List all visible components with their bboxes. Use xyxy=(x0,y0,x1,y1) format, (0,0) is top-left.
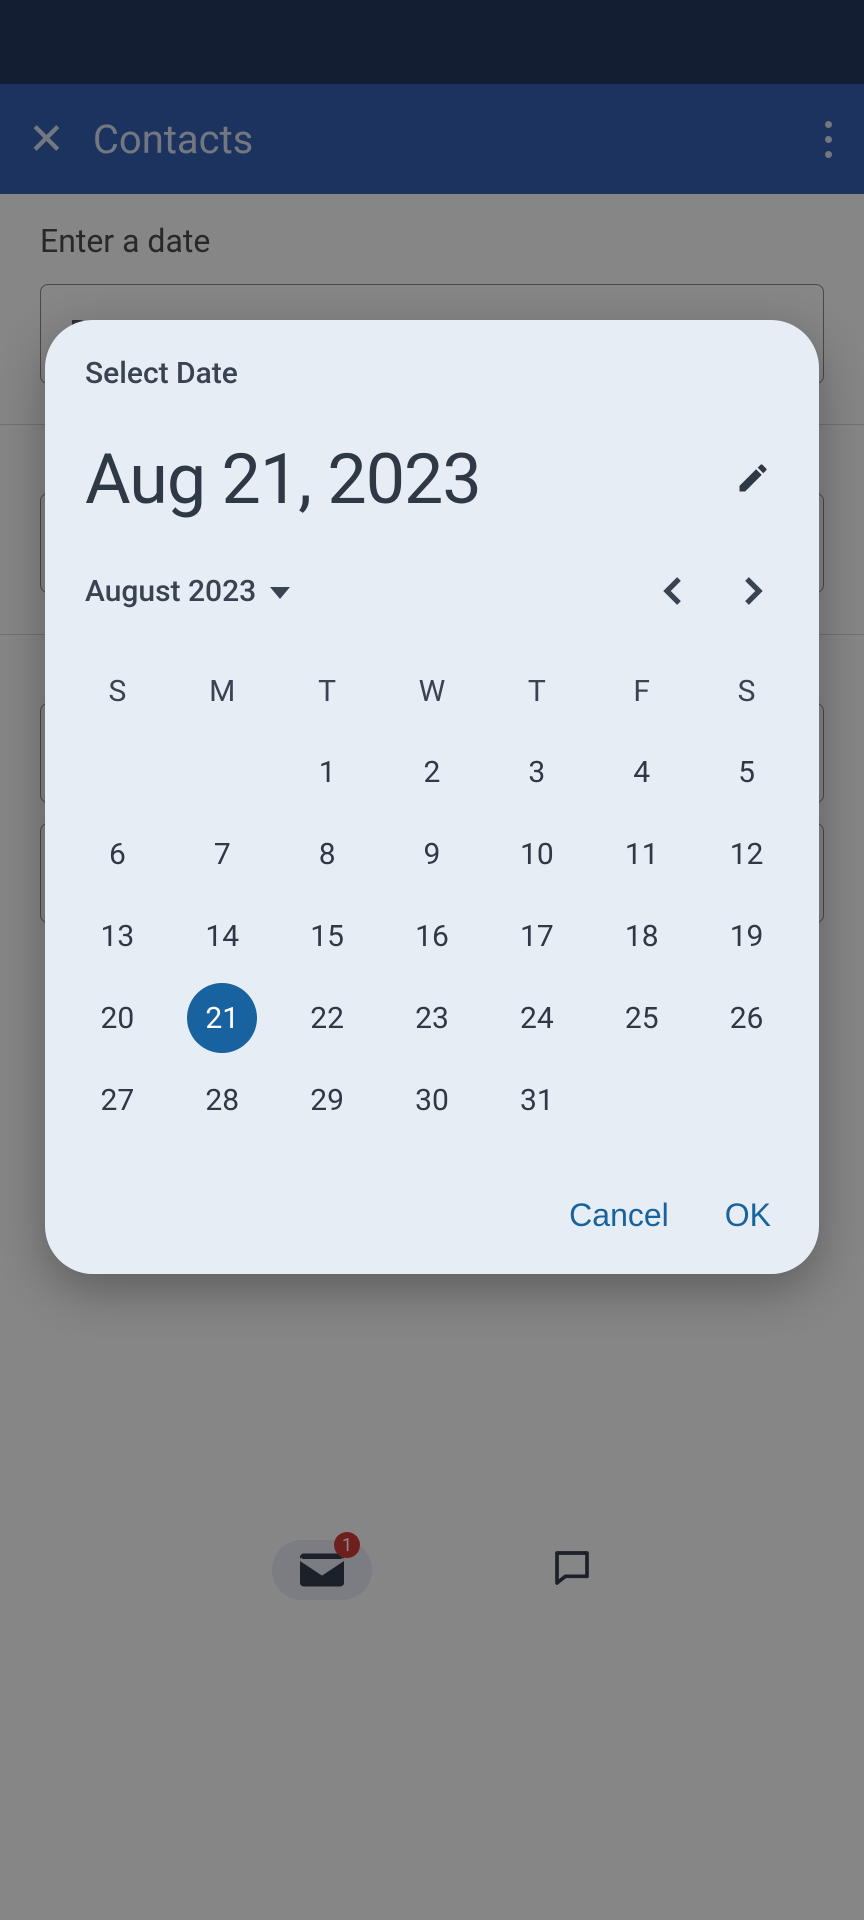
calendar-day[interactable]: 10 xyxy=(484,813,589,895)
calendar-day[interactable]: 7 xyxy=(170,813,275,895)
weekday-label: F xyxy=(589,651,694,731)
calendar-day[interactable]: 22 xyxy=(275,977,380,1059)
calendar-day[interactable]: 26 xyxy=(694,977,799,1059)
weekday-label: S xyxy=(694,651,799,731)
calendar-day[interactable]: 4 xyxy=(589,731,694,813)
calendar-day[interactable]: 16 xyxy=(380,895,485,977)
chevron-left-icon xyxy=(663,576,683,606)
weekday-label: S xyxy=(65,651,170,731)
calendar-day[interactable]: 11 xyxy=(589,813,694,895)
weekday-label: W xyxy=(380,651,485,731)
calendar-day[interactable]: 28 xyxy=(170,1059,275,1141)
date-picker-dialog: Select Date Aug 21, 2023 August 2023 xyxy=(45,320,819,1274)
calendar: SMTWTFS 12345678910111213141516171819202… xyxy=(45,651,819,1141)
calendar-day[interactable]: 3 xyxy=(484,731,589,813)
calendar-day[interactable]: 29 xyxy=(275,1059,380,1141)
calendar-day[interactable]: 6 xyxy=(65,813,170,895)
weekday-header-row: SMTWTFS xyxy=(65,651,799,731)
calendar-day[interactable]: 20 xyxy=(65,977,170,1059)
dialog-actions: Cancel OK xyxy=(45,1141,819,1244)
calendar-day[interactable]: 23 xyxy=(380,977,485,1059)
month-year-selector[interactable]: August 2023 xyxy=(85,574,290,609)
calendar-day[interactable]: 30 xyxy=(380,1059,485,1141)
calendar-day[interactable]: 8 xyxy=(275,813,380,895)
day-grid: 1234567891011121314151617181920212223242… xyxy=(65,731,799,1141)
month-year-label: August 2023 xyxy=(85,574,256,609)
calendar-day[interactable]: 2 xyxy=(380,731,485,813)
dialog-title: Select Date xyxy=(85,356,779,391)
calendar-day[interactable]: 25 xyxy=(589,977,694,1059)
calendar-day[interactable]: 14 xyxy=(170,895,275,977)
calendar-day[interactable]: 19 xyxy=(694,895,799,977)
weekday-label: T xyxy=(275,651,380,731)
calendar-day[interactable]: 27 xyxy=(65,1059,170,1141)
calendar-day[interactable]: 21 xyxy=(170,977,275,1059)
calendar-day[interactable]: 5 xyxy=(694,731,799,813)
chevron-down-icon xyxy=(270,587,290,599)
cancel-button[interactable]: Cancel xyxy=(569,1197,669,1234)
calendar-day[interactable]: 15 xyxy=(275,895,380,977)
prev-month-button[interactable] xyxy=(651,569,695,613)
ok-button[interactable]: OK xyxy=(725,1197,771,1234)
calendar-day[interactable]: 13 xyxy=(65,895,170,977)
chevron-right-icon xyxy=(743,576,763,606)
selected-date-display: Aug 21, 2023 xyxy=(85,439,481,521)
calendar-day[interactable]: 12 xyxy=(694,813,799,895)
next-month-button[interactable] xyxy=(731,569,775,613)
calendar-day[interactable]: 31 xyxy=(484,1059,589,1141)
calendar-day[interactable]: 18 xyxy=(589,895,694,977)
weekday-label: M xyxy=(170,651,275,731)
edit-icon[interactable] xyxy=(735,460,771,500)
calendar-day[interactable]: 9 xyxy=(380,813,485,895)
weekday-label: T xyxy=(484,651,589,731)
calendar-day[interactable]: 24 xyxy=(484,977,589,1059)
calendar-day[interactable]: 17 xyxy=(484,895,589,977)
calendar-day[interactable]: 1 xyxy=(275,731,380,813)
